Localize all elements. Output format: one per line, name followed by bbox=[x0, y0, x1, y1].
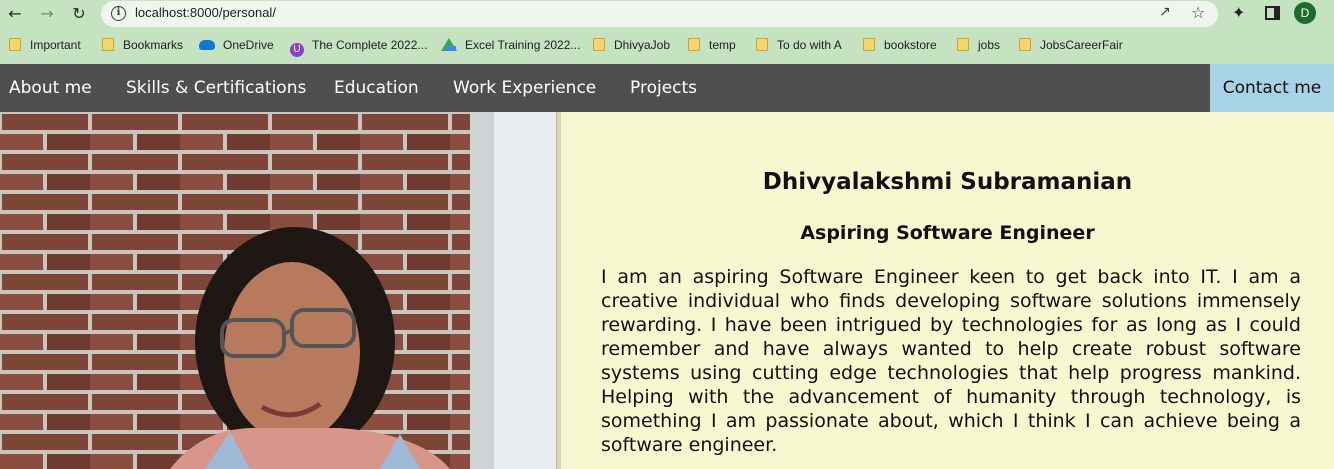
url-text[interactable]: localhost:8000/personal/ bbox=[135, 5, 276, 20]
profile-bio: I am an aspiring Software Engineer keen … bbox=[601, 266, 1301, 456]
folder-icon bbox=[957, 38, 969, 51]
bookmark-item[interactable]: Bookmarks bbox=[102, 36, 183, 54]
course-icon: U bbox=[290, 43, 304, 57]
profile-photo-image bbox=[0, 112, 556, 469]
extensions-icon[interactable]: ✦ bbox=[1232, 3, 1245, 22]
folder-icon bbox=[593, 38, 605, 51]
share-icon[interactable]: ↗ bbox=[1159, 4, 1171, 20]
site-info-icon[interactable]: i bbox=[111, 6, 126, 21]
bookmark-star-icon[interactable]: ☆ bbox=[1191, 3, 1205, 22]
folder-icon bbox=[102, 38, 114, 51]
forward-arrow-icon[interactable]: → bbox=[36, 4, 58, 24]
nav-link-contact[interactable]: Contact me bbox=[1210, 64, 1334, 112]
folder-icon bbox=[1019, 38, 1031, 51]
profile-photo bbox=[0, 112, 556, 469]
browser-chrome: ← → ↻ i localhost:8000/personal/ ↗ ☆ ✦ D… bbox=[0, 0, 1334, 64]
bookmark-item[interactable]: jobs bbox=[957, 36, 1000, 54]
folder-icon bbox=[756, 38, 768, 51]
profile-role: Aspiring Software Engineer bbox=[800, 222, 1095, 244]
nav-link-education[interactable]: Education bbox=[334, 78, 419, 98]
browser-toolbar: ← → ↻ i localhost:8000/personal/ ↗ ☆ ✦ D bbox=[0, 0, 1334, 28]
bookmarks-bar: Important Bookmarks OneDrive U The Comple… bbox=[0, 32, 1334, 58]
bookmark-item[interactable]: OneDrive bbox=[199, 36, 274, 54]
nav-link-skills[interactable]: Skills & Certifications bbox=[126, 78, 306, 98]
site-navbar: About me Skills & Certifications Educati… bbox=[0, 64, 1334, 112]
nav-link-work-experience[interactable]: Work Experience bbox=[453, 78, 596, 98]
about-section: Dhivyalakshmi Subramanian Aspiring Softw… bbox=[561, 112, 1334, 469]
bookmark-item[interactable]: To do with A bbox=[756, 36, 842, 54]
folder-icon bbox=[9, 38, 21, 51]
back-arrow-icon[interactable]: ← bbox=[4, 4, 26, 24]
profile-avatar[interactable]: D bbox=[1294, 2, 1316, 24]
drive-icon bbox=[441, 38, 457, 51]
bookmark-item[interactable]: JobsCareerFair bbox=[1019, 36, 1123, 54]
side-panel-icon[interactable] bbox=[1265, 6, 1280, 20]
bookmark-item[interactable]: temp bbox=[688, 36, 736, 54]
nav-link-projects[interactable]: Projects bbox=[630, 78, 697, 98]
bookmark-item[interactable]: U The Complete 2022... bbox=[290, 36, 427, 57]
cloud-icon bbox=[199, 40, 215, 50]
folder-icon bbox=[863, 38, 875, 51]
address-bar[interactable]: i localhost:8000/personal/ ↗ ☆ bbox=[101, 1, 1218, 27]
profile-name: Dhivyalakshmi Subramanian bbox=[762, 169, 1133, 195]
bookmark-item[interactable]: Excel Training 2022... bbox=[441, 36, 580, 54]
bookmark-item[interactable]: DhivyaJob bbox=[593, 36, 670, 54]
reload-icon[interactable]: ↻ bbox=[68, 4, 90, 24]
bookmark-item[interactable]: Important bbox=[9, 36, 81, 54]
bookmark-item[interactable]: bookstore bbox=[863, 36, 937, 54]
folder-icon bbox=[688, 38, 700, 51]
nav-link-about[interactable]: About me bbox=[9, 78, 92, 98]
